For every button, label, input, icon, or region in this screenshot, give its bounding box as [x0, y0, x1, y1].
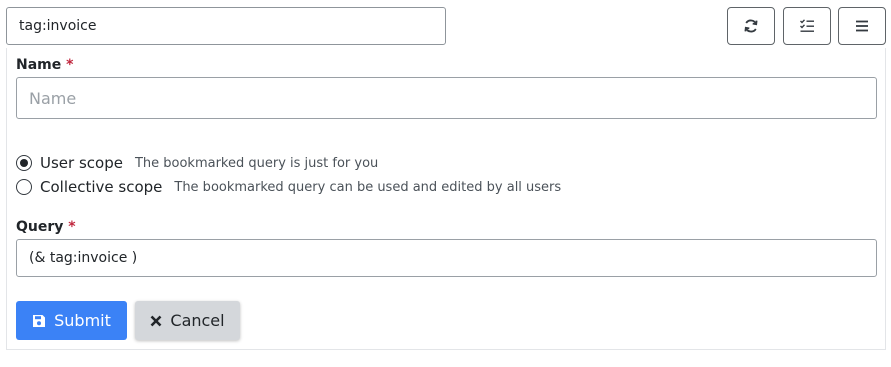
query-label-text: Query [16, 219, 64, 235]
collective-scope-label: Collective scope [40, 178, 163, 196]
required-marker: * [68, 219, 76, 235]
submit-button[interactable]: Submit [16, 301, 127, 340]
refresh-icon [743, 18, 759, 34]
user-scope-label: User scope [40, 154, 123, 172]
checklist-icon [799, 18, 815, 34]
collective-scope-description: The bookmarked query can be used and edi… [174, 179, 562, 195]
name-label-text: Name [16, 57, 62, 73]
user-scope-description: The bookmarked query is just for you [134, 155, 379, 171]
name-field[interactable] [16, 77, 877, 119]
query-field[interactable] [16, 239, 877, 277]
cancel-button[interactable]: Cancel [135, 301, 240, 340]
bookmark-form: Name * User scope The bookmarked query i… [6, 48, 886, 350]
close-icon [150, 315, 162, 327]
required-marker: * [66, 57, 74, 73]
search-input[interactable] [6, 7, 446, 45]
save-icon [32, 314, 46, 328]
menu-icon [855, 19, 869, 33]
submit-label: Submit [54, 311, 111, 330]
refresh-button[interactable] [727, 7, 775, 45]
scope-user-option[interactable]: User scope The bookmarked query is just … [16, 154, 378, 172]
collective-scope-radio[interactable] [16, 179, 32, 195]
scope-collective-option[interactable]: Collective scope The bookmarked query ca… [16, 178, 561, 196]
select-mode-button[interactable] [783, 7, 831, 45]
query-label: Query * [16, 219, 76, 235]
cancel-label: Cancel [170, 311, 225, 330]
menu-button[interactable] [838, 7, 886, 45]
name-label: Name * [16, 57, 73, 73]
user-scope-radio[interactable] [16, 155, 32, 171]
